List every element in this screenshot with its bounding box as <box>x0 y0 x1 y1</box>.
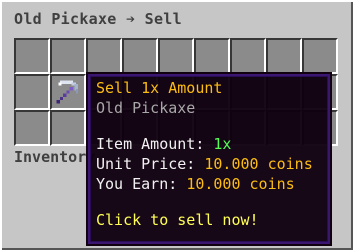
slot[interactable] <box>122 38 158 74</box>
tooltip-spacer <box>96 194 330 210</box>
tooltip-you-earn-row: You Earn: 10.000 coins <box>96 174 330 194</box>
slot[interactable] <box>230 38 266 74</box>
you-earn-value: 10.000 coins <box>186 175 295 193</box>
slot[interactable] <box>158 38 194 74</box>
tooltip-heading: Sell 1x Amount <box>96 79 223 97</box>
slot[interactable] <box>302 38 338 74</box>
slot[interactable] <box>266 38 302 74</box>
slot[interactable] <box>50 38 86 74</box>
tooltip-item-name: Old Pickaxe <box>96 99 196 117</box>
item-tooltip: Sell 1x Amount Old Pickaxe Item Amount: … <box>86 72 332 246</box>
slot[interactable] <box>194 38 230 74</box>
slot[interactable] <box>14 38 50 74</box>
slot[interactable] <box>86 38 122 74</box>
item-slot-old-pickaxe[interactable] <box>50 74 86 110</box>
you-earn-label: You Earn: <box>96 175 178 193</box>
slot[interactable] <box>14 74 50 110</box>
window-title: Old Pickaxe ➔ Sell <box>14 10 182 28</box>
slot[interactable] <box>14 110 50 146</box>
unit-price-label: Unit Price: <box>96 155 196 173</box>
pickaxe-icon <box>56 80 78 104</box>
inventory-label: Inventory <box>14 148 96 166</box>
slot[interactable] <box>50 110 86 146</box>
tooltip-action: Click to sell now! <box>96 211 259 229</box>
tooltip-amount-row: Item Amount: 1x <box>96 134 330 154</box>
tooltip-unit-price-row: Unit Price: 10.000 coins <box>96 154 330 174</box>
tooltip-spacer <box>96 118 330 134</box>
amount-label: Item Amount: <box>96 135 205 153</box>
amount-value: 1x <box>213 135 232 153</box>
unit-price-value: 10.000 coins <box>204 155 313 173</box>
